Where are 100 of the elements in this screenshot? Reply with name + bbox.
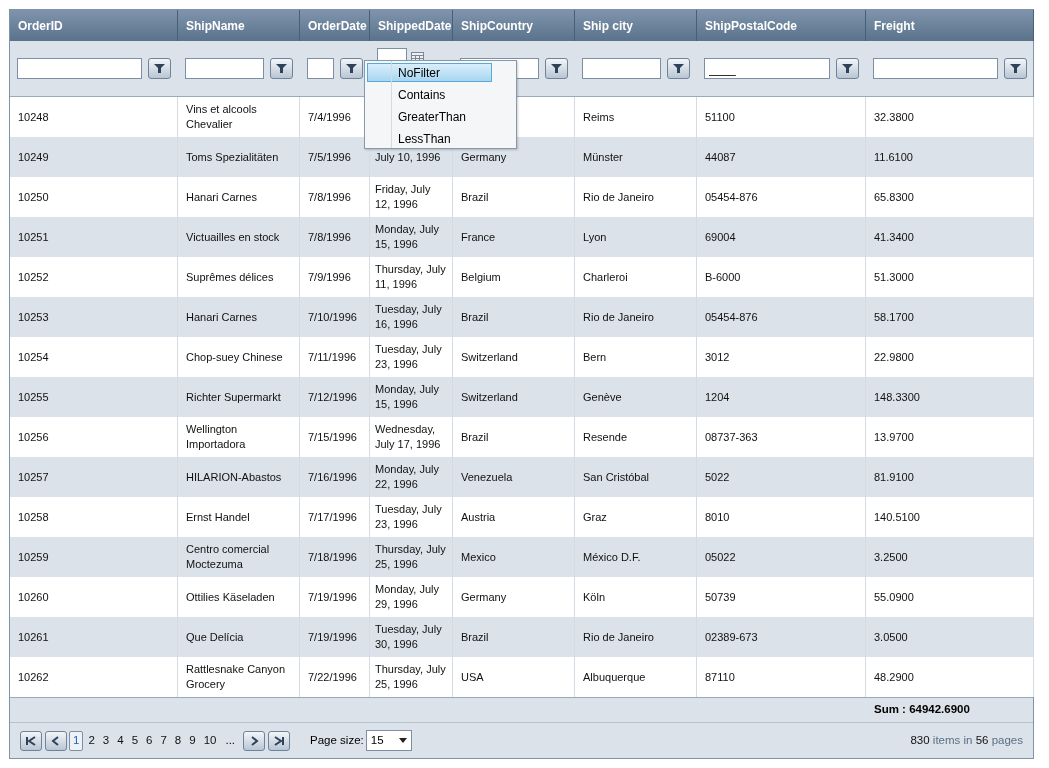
table-cell: Germany — [461, 589, 507, 605]
page-link[interactable]: 9 — [186, 730, 199, 751]
caret-icon — [398, 738, 407, 743]
table-cell: 10256 — [18, 429, 49, 445]
chevron-left-icon — [51, 735, 61, 746]
table-cell: Bern — [583, 349, 607, 365]
table-cell: 05454-876 — [705, 189, 758, 205]
table-cell: Germany — [461, 149, 507, 165]
table-cell: 3.2500 — [874, 549, 908, 565]
table-cell: 44087 — [705, 149, 736, 165]
table-cell: 10260 — [18, 589, 49, 605]
table-cell: 3012 — [705, 349, 730, 365]
filter-button[interactable] — [836, 58, 859, 79]
page-link[interactable]: 3 — [99, 730, 113, 751]
table-cell: 51.3000 — [874, 269, 914, 285]
filter-field[interactable] — [17, 58, 142, 79]
table-cell: Hanari Carnes — [186, 309, 257, 325]
page-link[interactable]: 4 — [114, 730, 127, 751]
filter-field[interactable] — [873, 58, 998, 79]
filter-icon — [346, 63, 357, 74]
table-cell: Switzerland — [461, 389, 518, 405]
filter-field[interactable] — [307, 58, 334, 79]
table-cell: 10261 — [18, 629, 49, 645]
page-link[interactable]: 8 — [171, 730, 185, 751]
table-cell-text: Tuesday, July 30, 1996 — [375, 622, 443, 652]
filter-icon — [842, 63, 853, 74]
filter-icon — [551, 63, 562, 74]
table-cell-text: Rattlesnake Canyon Grocery — [186, 662, 287, 692]
table-cell: 7/19/1996 — [308, 629, 357, 645]
page-link[interactable]: 2 — [85, 730, 98, 751]
table-cell: Richter Supermarkt — [186, 389, 281, 405]
page-link[interactable]: 6 — [143, 730, 156, 751]
table-cell-text: Tuesday, July 23, 1996 — [375, 342, 443, 372]
table-cell-text: Monday, July 29, 1996 — [375, 582, 440, 612]
table-cell: 87110 — [705, 669, 735, 685]
first-page-icon — [26, 735, 36, 746]
table-cell: Münster — [583, 149, 623, 165]
table-cell: 7/18/1996 — [308, 549, 357, 565]
menu-item[interactable]: Contains — [367, 85, 492, 104]
table-cell: Mexico — [461, 549, 496, 565]
previous-page-button[interactable] — [45, 730, 67, 751]
table-cell: 10259 — [18, 549, 49, 565]
table-cell-text: Monday, July 15, 1996 — [375, 382, 440, 412]
table-cell: 8010 — [705, 509, 730, 525]
table-cell-text: Monday, July 15, 1996 — [375, 222, 440, 252]
table-cell: 58.1700 — [874, 309, 914, 325]
table-cell: 7/8/1996 — [308, 189, 351, 205]
first-page-button[interactable] — [20, 730, 42, 751]
table-cell-text: Centro comercial Moctezuma — [186, 542, 271, 572]
page-link[interactable]: 5 — [128, 730, 142, 751]
table-cell: 7/9/1996 — [308, 269, 351, 285]
filter-button[interactable] — [270, 58, 293, 79]
table-cell: 65.8300 — [874, 189, 914, 205]
table-cell: 1204 — [705, 389, 730, 405]
table-cell: Ottilies Käseladen — [186, 589, 275, 605]
page-link[interactable]: 1 — [69, 730, 84, 751]
table-cell: 10255 — [18, 389, 49, 405]
table-cell-text: Wellington Importadora — [186, 422, 247, 452]
page-size-select[interactable]: 15 — [365, 730, 412, 751]
filter-icon — [1010, 63, 1021, 74]
filter-button[interactable] — [148, 58, 171, 79]
table-cell: 7/11/1996 — [308, 349, 357, 365]
table-cell-text: Monday, July 22, 1996 — [375, 462, 440, 492]
menu-item[interactable]: NoFilter — [367, 63, 492, 82]
table-cell-text: Wednesday, July 17, 1996 — [375, 422, 442, 452]
table-cell: Que Delícia — [186, 629, 244, 645]
table-cell-text: Friday, July 12, 1996 — [375, 182, 432, 212]
table-cell: Resende — [583, 429, 628, 445]
table-cell: 10257 — [18, 469, 49, 485]
table-cell: 7/4/1996 — [308, 109, 351, 125]
table-cell: Thursday, July 25, 1996 — [375, 542, 447, 572]
table-cell-text: Tuesday, July 16, 1996 — [375, 302, 443, 332]
filter-field[interactable] — [582, 58, 661, 79]
table-cell: 10250 — [18, 189, 49, 205]
table-cell: 48.2900 — [874, 669, 914, 685]
table-cell: 55.0900 — [874, 589, 914, 605]
table-cell: Venezuela — [461, 469, 513, 485]
table-cell: Thursday, July 11, 1996 — [375, 262, 447, 292]
table-cell: 7/10/1996 — [308, 309, 357, 325]
filter-button[interactable] — [340, 58, 363, 79]
pager-summary: 830 items in 56 pages — [910, 732, 1023, 748]
filter-button[interactable] — [667, 58, 690, 79]
menu-item[interactable]: GreaterThan — [367, 107, 492, 126]
table-cell: Brazil — [461, 629, 489, 645]
table-cell: Charleroi — [583, 269, 628, 285]
next-page-button[interactable] — [243, 730, 266, 751]
last-page-icon — [274, 735, 285, 746]
table-cell: 10248 — [18, 109, 49, 125]
page-link[interactable]: 7 — [157, 730, 170, 751]
filter-field[interactable]: ____ — [704, 58, 830, 79]
filter-button[interactable] — [1004, 58, 1027, 79]
last-page-button[interactable] — [268, 730, 291, 751]
more-pages[interactable]: ... — [225, 731, 236, 750]
table-cell: Lyon — [583, 229, 607, 245]
table-cell: Suprêmes délices — [186, 269, 274, 285]
filter-button[interactable] — [545, 58, 568, 79]
menu-item[interactable]: LessThan — [367, 129, 492, 148]
table-cell: 10262 — [18, 669, 49, 685]
page-link[interactable]: 10 — [200, 730, 220, 751]
filter-field[interactable] — [185, 58, 264, 79]
